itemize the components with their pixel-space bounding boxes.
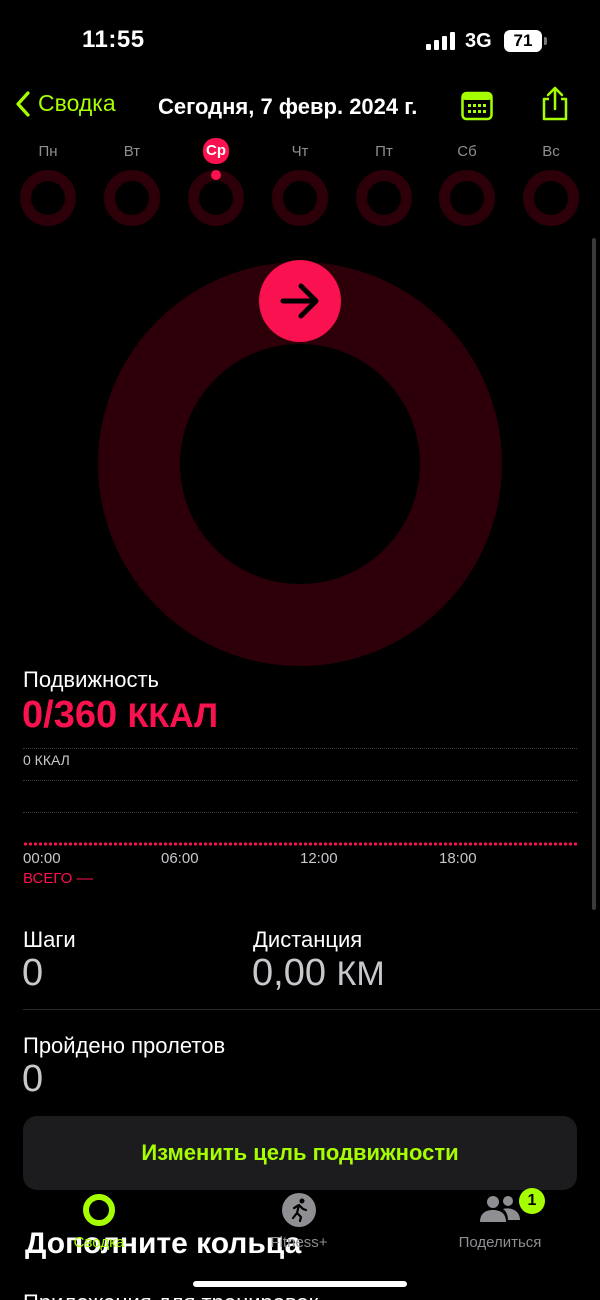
day-ring xyxy=(272,170,328,226)
steps-label: Шаги xyxy=(23,927,76,952)
back-label: Сводка xyxy=(38,90,116,116)
flights-value: 0 xyxy=(22,1058,44,1100)
status-bar: 11:55 3G 71 xyxy=(0,0,600,80)
battery-icon: 71 xyxy=(504,30,542,52)
tab-label: Сводка xyxy=(73,1234,125,1251)
tab-label: Fitness+ xyxy=(270,1234,328,1251)
tick-label: 18:00 xyxy=(439,850,477,867)
divider xyxy=(23,1009,600,1010)
day-ring xyxy=(439,170,495,226)
tick-label: 00:00 xyxy=(23,850,61,867)
steps-value: 0 xyxy=(22,952,44,994)
next-section-heading: Приложения для тренировок xyxy=(23,1290,318,1300)
day-label: Чт xyxy=(291,143,309,160)
tab-label: Поделиться xyxy=(458,1234,542,1251)
network-type: 3G xyxy=(465,30,492,52)
week-strip: Пн Вт Ср Чт Пт Сб Вс xyxy=(0,138,600,232)
day-fri[interactable]: Пт xyxy=(354,142,414,232)
tick-label: 12:00 xyxy=(300,850,338,867)
ring-arrow xyxy=(259,260,341,342)
tab-fitness[interactable]: Fitness+ xyxy=(229,1192,369,1254)
day-label: Пт xyxy=(375,143,393,160)
day-wed[interactable]: Ср xyxy=(186,138,246,232)
move-title: Подвижность xyxy=(23,667,160,692)
status-time: 11:55 xyxy=(82,26,145,53)
share-badge: 1 xyxy=(519,1188,545,1214)
day-label: Ср xyxy=(203,138,229,164)
signal-icon xyxy=(426,32,458,50)
distance-unit: КМ xyxy=(336,955,385,993)
chart-baseline xyxy=(23,842,577,846)
day-ring xyxy=(356,170,412,226)
move-value-unit: ККАЛ xyxy=(127,697,218,735)
scrollbar[interactable] xyxy=(592,238,596,910)
move-value-number: 0/360 xyxy=(22,694,118,736)
nav-bar: Сводка Сегодня, 7 февр. 2024 г. xyxy=(0,82,600,132)
chevron-left-icon xyxy=(16,90,30,117)
day-label: Сб xyxy=(457,143,477,160)
day-ring xyxy=(20,170,76,226)
people-icon xyxy=(480,1196,520,1222)
distance-label: Дистанция xyxy=(253,927,363,952)
day-sun[interactable]: Вс xyxy=(521,142,581,232)
home-indicator[interactable] xyxy=(193,1281,407,1287)
day-ring xyxy=(104,170,160,226)
day-label: Вс xyxy=(542,143,560,160)
page-title: Сегодня, 7 февр. 2024 г. xyxy=(158,94,418,119)
chart-gridline xyxy=(23,812,577,813)
distance-number: 0,00 xyxy=(252,952,326,994)
move-total: ВСЕГО –– xyxy=(23,870,94,887)
back-button[interactable]: Сводка xyxy=(16,90,116,117)
day-label: Вт xyxy=(123,143,141,160)
flights-label: Пройдено пролетов xyxy=(23,1033,226,1058)
chart-gridline xyxy=(23,780,577,781)
today-dot xyxy=(211,170,221,180)
tab-share[interactable]: Поделиться xyxy=(430,1192,570,1254)
share-icon[interactable] xyxy=(540,86,570,122)
move-value: 0/360 ККАЛ xyxy=(22,694,218,737)
change-move-goal-button[interactable]: Изменить цель подвижности xyxy=(23,1116,577,1190)
fitness-runner-icon xyxy=(282,1193,316,1227)
day-label: Пн xyxy=(38,143,58,160)
distance-value: 0,00 КМ xyxy=(252,952,385,995)
day-thu[interactable]: Чт xyxy=(270,142,330,232)
day-mon[interactable]: Пн xyxy=(18,142,78,232)
day-ring xyxy=(523,170,579,226)
chart-gridline xyxy=(23,748,577,749)
battery-tip xyxy=(544,37,547,45)
tab-summary[interactable]: Сводка xyxy=(29,1192,169,1254)
chart-axis-label: 0 ККАЛ xyxy=(23,752,70,768)
tick-label: 06:00 xyxy=(161,850,199,867)
arrow-right-icon xyxy=(280,283,319,319)
activity-ring-icon xyxy=(83,1194,115,1226)
calendar-icon[interactable] xyxy=(461,91,493,121)
day-sat[interactable]: Сб xyxy=(437,142,497,232)
day-tue[interactable]: Вт xyxy=(102,142,162,232)
